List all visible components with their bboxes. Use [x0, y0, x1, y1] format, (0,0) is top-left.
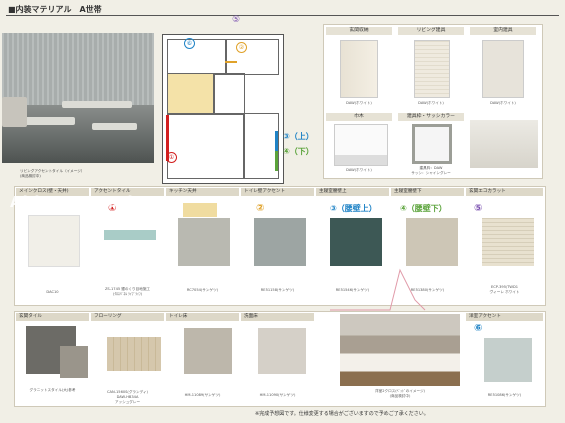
- page-title: ■内装マテリアル A世帯: [8, 5, 102, 14]
- room-kitchen: [167, 73, 215, 115]
- row1-label-ecocarat-2: ヴィーレ ホワイト: [489, 290, 520, 294]
- fixture-label-4: DAW(ホワイト): [346, 168, 372, 172]
- row2-label-flooring-3: アッシュグレー: [114, 400, 141, 404]
- swatch-toilet-wall: [254, 218, 306, 266]
- row1-label-kitchen: RC7054(サンゲツ): [186, 288, 219, 292]
- fixture-label-6: サッシ：シャイングレー: [411, 171, 451, 175]
- floor-plan: [162, 34, 284, 184]
- row1-marker-3: ③（腰壁上）: [330, 204, 377, 213]
- fixture-header-baseboard: 巾木: [326, 113, 392, 121]
- fixture-baseboard-image: [334, 124, 388, 166]
- swatch-accent-tile: [104, 230, 156, 240]
- fixture-room-photo: [470, 120, 538, 168]
- room-bedroom-right: [243, 113, 279, 179]
- swatch-toilet-floor: [184, 328, 232, 374]
- swatch-washroom-floor: [258, 328, 306, 374]
- row2-header-washroom-floor: 洗面床: [241, 313, 314, 321]
- row1-label-main-cloth: DAC10: [46, 290, 59, 294]
- header-rule: [6, 15, 559, 16]
- row2-label-western: RE51086(サンゲツ): [487, 393, 522, 397]
- fixture-header-living-door: リビング建具: [398, 27, 464, 35]
- dining-photo: [2, 33, 154, 163]
- swatch-kitchen-ceiling-cream: [183, 203, 217, 217]
- row1-header-bedroom-lower: 主寝室腰壁下: [391, 188, 464, 196]
- plan-marker-3: ③（上）: [283, 132, 314, 141]
- row2-label-flooring-2: DAW-HB34A: [116, 395, 139, 399]
- bedroom-image: [340, 314, 460, 386]
- row1-label-ecocarat-1: ECP-395/TWD1: [490, 285, 519, 289]
- row1-marker-5: ⑤: [474, 203, 483, 214]
- swatch-flooring: [107, 337, 161, 371]
- plan-marker-4: ④（下）: [283, 147, 314, 156]
- fixture-entrance-image: [340, 40, 378, 98]
- plan-marker-6: ⑥: [184, 38, 195, 49]
- row2-label-washroom: HM-11090(サンゲツ): [259, 393, 296, 397]
- plan-marker-1: ①: [166, 152, 177, 163]
- row1-header-bedroom-upper: 主寝室腰壁上: [316, 188, 389, 196]
- fixture-header-entrance: 玄関収納: [326, 27, 392, 35]
- fixture-frame-image: [412, 124, 452, 164]
- swatch-ecocarat: [482, 218, 534, 266]
- swatch-entrance-tile-2: [60, 346, 88, 378]
- row2-header-entrance-tile: 玄関タイル: [16, 313, 89, 321]
- callout-pointer: [330, 268, 426, 311]
- fixture-label-1: DAW(ホワイト): [346, 101, 372, 105]
- photo-caption-2: (商品検討中): [20, 174, 41, 178]
- row1-label-accent-tile-2: (ｸﾛｽﾊﾟﾈﾙ ﾗｲﾌﾞﾗｲﾌ): [112, 292, 143, 296]
- row1-header-ecocarat: 玄関エコカラット: [466, 188, 543, 196]
- fixture-living-door-image: [414, 40, 450, 98]
- fixture-label-3: DAW(ホワイト): [490, 101, 516, 105]
- swatch-kitchen-ceiling: [178, 218, 230, 266]
- swatch-western-accent: [484, 338, 532, 382]
- room-top-right: [225, 39, 279, 75]
- row2-header-toilet-floor: トイレ床: [166, 313, 239, 321]
- row1-label-toilet: RE51158(サンゲツ): [260, 288, 295, 292]
- fixture-header-room-door: 室内建具: [470, 27, 536, 35]
- blue-wall-line: [275, 131, 278, 171]
- row1-marker-4: ④（腰壁下）: [400, 204, 447, 213]
- plan-marker-2: ②: [236, 42, 247, 53]
- fixture-room-door-image: [482, 40, 524, 98]
- row2-marker-6: ⑥: [474, 323, 483, 334]
- row2-header-flooring: フローリング: [91, 313, 164, 321]
- watermark: Able NetWork: [10, 193, 139, 211]
- row2-label-toilet-floor: HM-11089(サンゲツ): [184, 393, 221, 397]
- row1-header-toilet-wall: トイレ壁アクセント: [241, 188, 314, 196]
- row1-header-kitchen-ceiling: キッチン天井: [166, 188, 239, 196]
- fixture-label-2: DAW(ホワイト): [418, 101, 444, 105]
- room-living: [167, 113, 245, 179]
- row2-label-bedroom-2: (商品検討中): [389, 394, 411, 398]
- swatch-bedroom-lower: [406, 218, 458, 266]
- swatch-bedroom-upper: [330, 218, 382, 266]
- row2-label-entrance: グラニットスタイル(大)参考: [29, 388, 76, 392]
- orange-wall-line: [225, 61, 237, 63]
- row1-marker-2: ②: [256, 203, 265, 214]
- row2-header-western-accent: 洋室アクセント: [466, 313, 543, 321]
- marker-5-top: ⑤: [232, 15, 241, 25]
- swatch-main-cloth: [28, 215, 80, 267]
- footnote: ※完成予想図です。仕様変更する場合がございますので予めご了承ください。: [255, 411, 429, 417]
- room-bath: [213, 73, 245, 115]
- room-bedroom-top: [167, 39, 227, 75]
- fixture-header-frame: 建具枠・サッシカラー: [398, 113, 464, 121]
